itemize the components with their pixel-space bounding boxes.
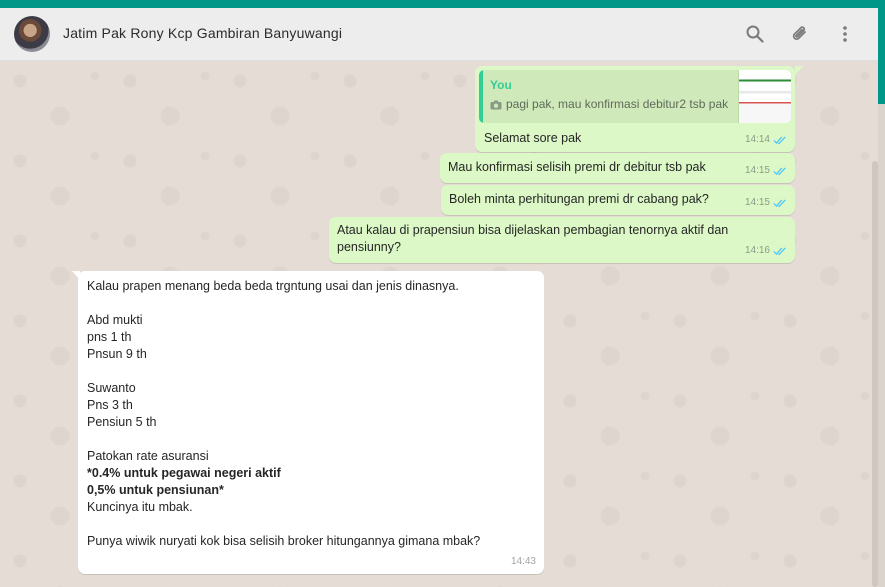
- quote-preview: pagi pak, mau konfirmasi debitur2 tsb pa…: [490, 96, 728, 113]
- message-line: pns 1 th: [87, 330, 132, 344]
- message-line-bold: *0.4% untuk pegawai negeri aktif: [87, 466, 281, 480]
- message-text: Mau konfirmasi selisih premi dr debitur …: [448, 160, 706, 174]
- message-line: Pnsun 9 th: [87, 347, 147, 361]
- message-time: 14:15: [744, 197, 770, 208]
- attach-icon[interactable]: [789, 23, 811, 45]
- chat-window: Jatim Pak Rony Kcp Gambiran Banyuwangi Y…: [0, 8, 878, 587]
- message-time: 14:16: [744, 245, 770, 256]
- incoming-message[interactable]: Kalau prapen menang beda beda trgntung u…: [78, 271, 544, 574]
- quote-text: pagi pak, mau konfirmasi debitur2 tsb pa…: [506, 97, 729, 111]
- message-line: Patokan rate asuransi: [87, 449, 209, 463]
- message-line: Punya wiwik nuryati kok bisa selisih bro…: [87, 534, 481, 548]
- message-time: 14:43: [510, 556, 536, 567]
- quote-image-thumbnail[interactable]: [738, 70, 791, 123]
- message-text: Selamat sore pak: [484, 131, 582, 145]
- message-meta: 14:14: [745, 131, 787, 148]
- message-line-bold: 0,5% untuk pensiunan*: [87, 483, 224, 497]
- message-line: Pns 3 th: [87, 398, 133, 412]
- read-ticks-icon: [773, 199, 786, 207]
- outgoing-message[interactable]: You pagi pak, mau konfirmasi debitur2 ts…: [475, 66, 795, 152]
- window-top-accent: [0, 0, 885, 8]
- message-list[interactable]: You pagi pak, mau konfirmasi debitur2 ts…: [0, 61, 878, 587]
- bubble-tail: [72, 271, 80, 280]
- read-ticks-icon: [773, 167, 786, 175]
- quoted-message[interactable]: You pagi pak, mau konfirmasi debitur2 ts…: [479, 70, 791, 123]
- bubble-tail: [795, 66, 803, 75]
- outgoing-message[interactable]: Atau kalau di prapensiun bisa dijelaskan…: [329, 217, 795, 263]
- message-meta: 14:15: [745, 194, 787, 211]
- outgoing-message[interactable]: Boleh minta perhitungan premi dr cabang …: [441, 185, 795, 215]
- message-time: 14:15: [744, 165, 770, 176]
- read-ticks-icon: [773, 247, 786, 255]
- message-meta: 14:43: [511, 553, 536, 570]
- message-time: 14:14: [744, 134, 770, 145]
- scrollbar[interactable]: [872, 161, 878, 587]
- message-text: Atau kalau di prapensiun bisa dijelaskan…: [337, 223, 732, 254]
- chat-title[interactable]: Jatim Pak Rony Kcp Gambiran Banyuwangi: [63, 25, 342, 41]
- message-line: Abd mukti: [87, 313, 143, 327]
- quote-author: You: [490, 78, 512, 92]
- contact-avatar[interactable]: [14, 16, 50, 52]
- message-text: Boleh minta perhitungan premi dr cabang …: [449, 192, 709, 206]
- window-right-accent: [878, 0, 885, 104]
- message-body: Kalau prapen menang beda beda trgntung u…: [87, 278, 527, 550]
- message-line: Pensiun 5 th: [87, 415, 157, 429]
- quote-accent-bar: [479, 70, 483, 123]
- search-icon[interactable]: [744, 23, 766, 45]
- message-meta: 14:15: [745, 162, 787, 179]
- menu-icon[interactable]: [834, 23, 856, 45]
- message-line: Kalau prapen menang beda beda trgntung u…: [87, 279, 459, 293]
- message-line: Suwanto: [87, 381, 136, 395]
- chat-header: Jatim Pak Rony Kcp Gambiran Banyuwangi: [0, 8, 878, 61]
- read-ticks-icon: [773, 136, 786, 144]
- message-meta: 14:16: [745, 242, 787, 259]
- camera-icon: [490, 100, 502, 109]
- message-line: Kuncinya itu mbak.: [87, 500, 193, 514]
- outgoing-message[interactable]: Mau konfirmasi selisih premi dr debitur …: [440, 153, 795, 183]
